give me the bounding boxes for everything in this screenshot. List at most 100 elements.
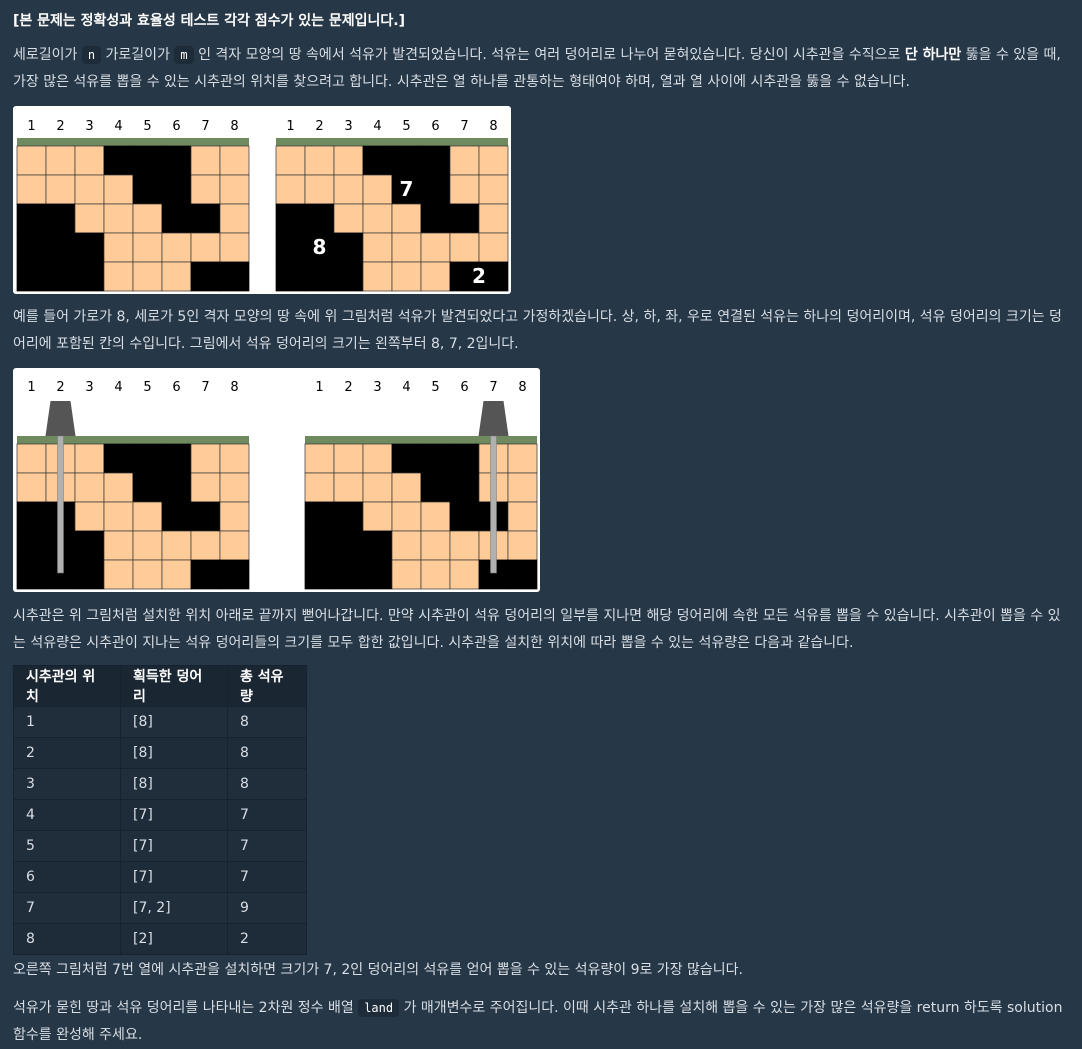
ground-cell [333, 174, 364, 205]
oil-cell [190, 559, 221, 590]
cell-chunks: [8] [120, 768, 228, 800]
oil-cell [304, 261, 335, 292]
column-number: 5 [143, 380, 151, 395]
ground-cell [74, 443, 105, 474]
cell-position: 5 [13, 830, 121, 862]
column-number: 7 [460, 119, 468, 134]
drill-paragraph: 시추관은 위 그림처럼 설치한 위치 아래로 끝까지 뻗어나갑니다. 만약 시추… [13, 608, 1061, 651]
ground-cell [449, 232, 480, 263]
column-number: 7 [201, 380, 209, 395]
column-number: 2 [56, 380, 64, 395]
ground-cell [391, 559, 422, 590]
oil-cell [507, 559, 538, 590]
conclusion-paragraph: 오른쪽 그림처럼 7번 열에 시추관을 설치하면 크기가 7, 2인 덩어리의 … [13, 962, 743, 978]
example-paragraph: 예를 들어 가로가 8, 세로가 5인 격자 모양의 땅 속에 위 그림처럼 석… [13, 309, 1062, 352]
column-number: 3 [85, 380, 93, 395]
cell-total: 7 [227, 861, 307, 893]
oil-cell [333, 261, 364, 292]
oil-cell [190, 501, 221, 532]
oil-cell [190, 261, 221, 292]
column-number: 6 [172, 119, 180, 134]
ground-cell [449, 530, 480, 561]
column-number: 6 [172, 380, 180, 395]
oil-cell [420, 203, 451, 234]
cell-total: 7 [227, 830, 307, 862]
oil-cell [74, 559, 105, 590]
ground-cell [103, 232, 134, 263]
code-land: land [358, 999, 400, 1017]
ground-cell [16, 174, 47, 205]
ground-cell [362, 443, 393, 474]
ground-cell [391, 203, 422, 234]
param-paragraph: 석유가 묻힌 땅과 석유 덩어리를 나타내는 2차원 정수 배열 land 가 … [13, 995, 1071, 1049]
ground-surface [305, 436, 537, 444]
ground-cell [333, 472, 364, 503]
cell-position: 4 [13, 799, 121, 831]
column-number: 3 [373, 380, 381, 395]
ground-cell [507, 530, 538, 561]
ground-cell [449, 145, 480, 176]
oil-cell [275, 261, 306, 292]
oil-cell [333, 559, 364, 590]
drill-pipe [490, 435, 497, 574]
cell-chunks: [8] [120, 737, 228, 769]
column-number: 3 [85, 119, 93, 134]
oil-chunks-figure: 1 2 3 4 5 6 7 8 1 2 3 4 5 6 7 8 7 8 2 [13, 106, 511, 294]
column-number: 3 [344, 119, 352, 134]
column-number: 5 [143, 119, 151, 134]
oil-cell [304, 203, 335, 234]
column-number: 1 [27, 380, 35, 395]
param-text-1: 석유가 묻힌 땅과 석유 덩어리를 나타내는 2차원 정수 배열 [13, 1000, 354, 1016]
ground-cell [132, 232, 163, 263]
oil-cell [449, 501, 480, 532]
ground-cell [304, 472, 335, 503]
notice-text: [본 문제는 정확성과 효율성 테스트 각각 점수가 있는 문제입니다.] [13, 13, 405, 29]
ground-cell [219, 174, 250, 205]
oil-cell [132, 443, 163, 474]
ground-cell [132, 261, 163, 292]
ground-cell [478, 145, 509, 176]
ground-cell [304, 443, 335, 474]
column-number: 6 [460, 380, 468, 395]
ground-cell [304, 145, 335, 176]
ground-cell [420, 261, 451, 292]
ground-cell [391, 501, 422, 532]
cell-chunks: [8] [120, 706, 228, 738]
ground-cell [74, 472, 105, 503]
chunk-label-7: 7 [400, 177, 414, 201]
cell-total: 7 [227, 799, 307, 831]
column-number: 4 [114, 380, 122, 395]
oil-cell [74, 232, 105, 263]
ground-cell [478, 232, 509, 263]
ground-cell [190, 145, 221, 176]
column-number: 7 [201, 119, 209, 134]
ground-cell [420, 232, 451, 263]
ground-cell [333, 203, 364, 234]
ground-cell [449, 174, 480, 205]
table-row: 1 [8] 8 [13, 706, 307, 738]
oil-cell [103, 443, 134, 474]
cell-chunks: [2] [120, 923, 228, 955]
column-number: 2 [56, 119, 64, 134]
table-row: 2 [8] 8 [13, 737, 307, 769]
intro-text-3: 인 격자 모양의 땅 속에서 석유가 발견되었습니다. 석유는 여러 덩어리로 … [198, 47, 901, 63]
oil-cell [362, 145, 393, 176]
ground-cell [190, 443, 221, 474]
cell-total: 8 [227, 737, 307, 769]
column-number: 2 [344, 380, 352, 395]
oil-cell [333, 530, 364, 561]
ground-cell [161, 232, 192, 263]
oil-cell [420, 472, 451, 503]
oil-cell [219, 261, 250, 292]
cell-chunks: [7] [120, 861, 228, 893]
oil-cell [45, 261, 76, 292]
chunk-label-8: 8 [313, 235, 327, 259]
cell-position: 3 [13, 768, 121, 800]
oil-cell [161, 203, 192, 234]
oil-cell [132, 472, 163, 503]
ground-cell [362, 203, 393, 234]
oil-cell [16, 232, 47, 263]
ground-cell [190, 174, 221, 205]
column-number: 2 [315, 119, 323, 134]
intro-bold: 단 하나만 [904, 47, 962, 63]
